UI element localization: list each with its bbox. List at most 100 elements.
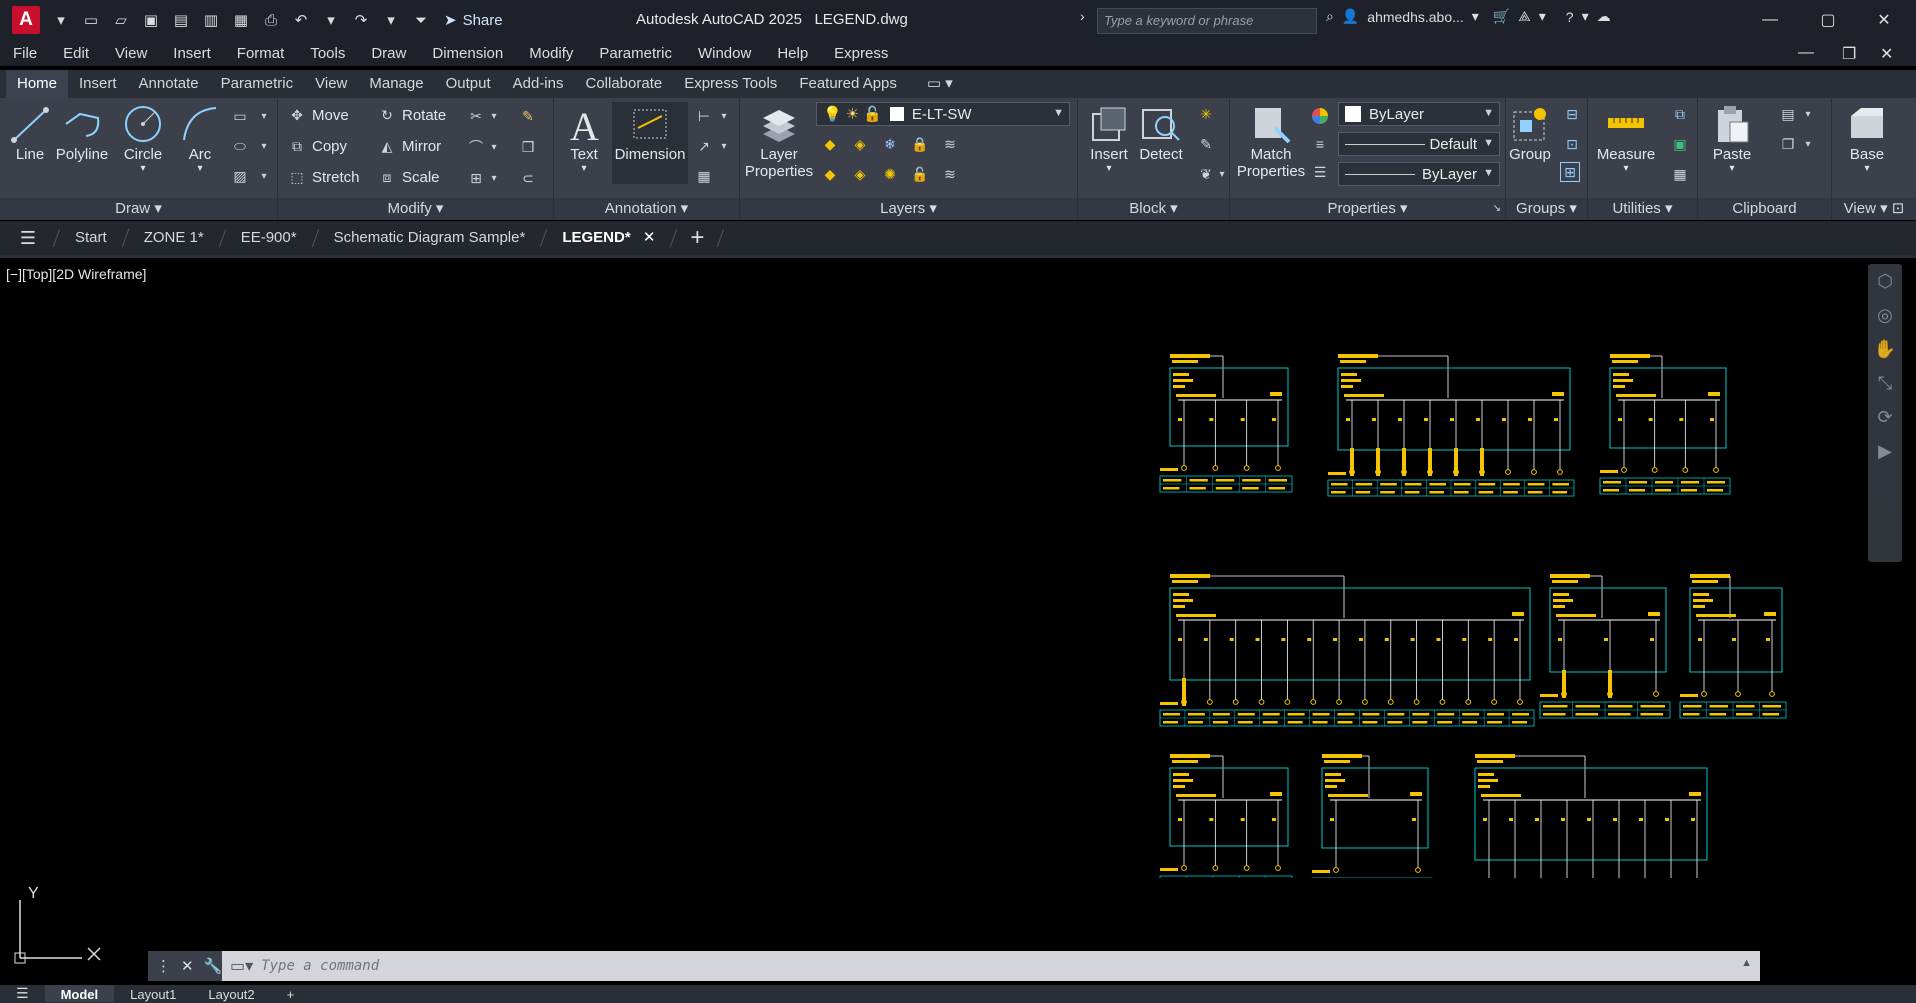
insert-block-button[interactable]: Insert ▾: [1084, 104, 1134, 174]
layer-lock-icon[interactable]: 🔒: [910, 134, 930, 154]
color-wheel-icon[interactable]: [1310, 106, 1330, 126]
group-edit-icon[interactable]: ⊡: [1562, 134, 1582, 154]
menu-parametric[interactable]: Parametric: [586, 45, 685, 62]
layer-unisolate-icon[interactable]: ◈: [850, 164, 870, 184]
chevron-down-icon[interactable]: ▾: [1798, 134, 1818, 154]
chevron-down-icon[interactable]: ▾: [714, 136, 734, 156]
move-button[interactable]: ✥ Move: [288, 106, 349, 124]
menu-insert[interactable]: Insert: [160, 45, 224, 62]
tab-output[interactable]: Output: [435, 70, 502, 98]
viewport-controls-label[interactable]: [−][Top][2D Wireframe]: [6, 266, 146, 282]
tab-parametric[interactable]: Parametric: [210, 70, 305, 98]
calculator-icon[interactable]: ▦: [1670, 164, 1690, 184]
block-panel-title[interactable]: Block ▾: [1078, 198, 1229, 220]
tab-collaborate[interactable]: Collaborate: [574, 70, 673, 98]
file-tab-start[interactable]: Start: [57, 221, 125, 255]
layers-panel-title[interactable]: Layers ▾: [740, 198, 1077, 220]
menu-window[interactable]: Window: [685, 45, 764, 62]
view-cube-icon[interactable]: ⬡: [1868, 264, 1902, 298]
tab-insert[interactable]: Insert: [68, 70, 128, 98]
line-button[interactable]: Line: [10, 104, 50, 163]
table-icon[interactable]: ▦: [694, 166, 714, 186]
erase-icon[interactable]: ✎: [518, 106, 538, 126]
search-icon[interactable]: ⌕: [1326, 8, 1334, 25]
tab-manage[interactable]: Manage: [358, 70, 434, 98]
view-panel-title[interactable]: View ▾ ⊡: [1832, 198, 1916, 220]
chevron-down-icon[interactable]: ▾: [1704, 163, 1760, 174]
layer-properties-button[interactable]: Layer Properties: [742, 104, 816, 180]
wrench-icon[interactable]: 🔧: [204, 957, 223, 975]
quick-select-icon[interactable]: ⧉: [1670, 104, 1690, 124]
leader-icon[interactable]: ↗: [694, 136, 714, 156]
groups-panel-title[interactable]: Groups ▾: [1506, 198, 1587, 220]
dimension-button[interactable]: Dimension: [612, 102, 688, 184]
minimize-window-button[interactable]: —: [1750, 6, 1790, 34]
doc-close-icon[interactable]: ✕: [1880, 44, 1893, 64]
tab-view[interactable]: View: [304, 70, 358, 98]
menu-view[interactable]: View: [102, 45, 160, 62]
doc-restore-icon[interactable]: ❐: [1842, 44, 1856, 64]
menu-express[interactable]: Express: [821, 45, 901, 62]
menu-draw[interactable]: Draw: [358, 45, 419, 62]
stretch-button[interactable]: ⬚ Stretch: [288, 168, 359, 186]
chevron-right-icon[interactable]: ›: [1080, 8, 1085, 24]
trim-icon[interactable]: ✂: [466, 106, 486, 126]
match-properties-button[interactable]: Match Properties: [1232, 104, 1310, 180]
layer-freeze-icon[interactable]: ❄: [880, 134, 900, 154]
undo-icon[interactable]: ↶: [288, 7, 314, 33]
tab-home[interactable]: Home: [6, 70, 69, 98]
menu-help[interactable]: Help: [764, 45, 821, 62]
chevron-down-icon[interactable]: ▾: [1590, 163, 1662, 174]
paste-button[interactable]: Paste ▾: [1704, 104, 1760, 174]
measure-button[interactable]: Measure ▾: [1590, 104, 1662, 174]
chevron-down-icon[interactable]: ▾: [1212, 164, 1232, 184]
lineweight-dropdown[interactable]: Default ▼: [1338, 132, 1500, 156]
rotate-button[interactable]: ↻ Rotate: [378, 106, 446, 124]
layer-unlock-icon[interactable]: 🔓: [910, 164, 930, 184]
clipboard-panel-title[interactable]: Clipboard: [1698, 198, 1831, 220]
make-current-icon[interactable]: ≋: [940, 134, 960, 154]
save-to-web-icon[interactable]: ▦: [228, 7, 254, 33]
chevron-down-icon[interactable]: ▾: [1842, 163, 1892, 174]
layout1-tab[interactable]: Layout1: [114, 985, 192, 1002]
group-selection-icon[interactable]: ⊞: [1560, 162, 1580, 182]
ungroup-icon[interactable]: ⊟: [1562, 104, 1582, 124]
menu-format[interactable]: Format: [224, 45, 298, 62]
draw-panel-title[interactable]: Draw ▾: [0, 198, 277, 220]
new-tab-plus-icon[interactable]: +: [674, 224, 720, 252]
chevron-down-icon[interactable]: ▾: [1084, 163, 1134, 174]
zoom-extents-icon[interactable]: ⤡: [1868, 366, 1902, 400]
file-tab-legend[interactable]: LEGEND* ✕: [544, 221, 673, 255]
chevron-down-icon[interactable]: ▾: [1539, 8, 1546, 25]
chevron-down-icon[interactable]: ▾: [180, 163, 220, 174]
chevron-down-icon[interactable]: ▾: [484, 168, 504, 188]
save-icon[interactable]: ▣: [138, 7, 164, 33]
add-layout-icon[interactable]: +: [271, 985, 311, 1002]
autodesk-app-icon[interactable]: ⟁: [1518, 8, 1531, 25]
close-icon[interactable]: ✕: [181, 957, 194, 975]
maximize-window-button[interactable]: ▢: [1808, 6, 1848, 34]
layout2-tab[interactable]: Layout2: [192, 985, 270, 1002]
menu-edit[interactable]: Edit: [50, 45, 102, 62]
color-dropdown[interactable]: ByLayer ▼: [1338, 102, 1500, 126]
utilities-panel-title[interactable]: Utilities ▾: [1588, 198, 1697, 220]
select-all-icon[interactable]: ▣: [1670, 134, 1690, 154]
file-tab-schematic-diagram-sample[interactable]: Schematic Diagram Sample*: [316, 221, 544, 255]
tab-featured-apps[interactable]: Featured Apps: [788, 70, 908, 98]
schematic-drawings[interactable]: [1120, 298, 1800, 878]
showmotion-icon[interactable]: ▶: [1868, 434, 1902, 468]
close-tab-icon[interactable]: ✕: [643, 229, 656, 246]
chevron-down-icon[interactable]: ▾: [1798, 104, 1818, 124]
chevron-up-icon[interactable]: ▲: [1741, 957, 1752, 969]
polyline-button[interactable]: Polyline: [54, 104, 110, 163]
drag-handle-icon[interactable]: ⋮: [156, 957, 171, 975]
text-button[interactable]: A Text ▾: [560, 104, 608, 174]
chevron-down-icon[interactable]: ▾: [484, 106, 504, 126]
tab-annotate[interactable]: Annotate: [128, 70, 210, 98]
chevron-down-icon[interactable]: ▾: [1472, 8, 1479, 25]
doc-minimize-icon[interactable]: —: [1798, 44, 1814, 62]
layer-isolate-icon[interactable]: ◈: [850, 134, 870, 154]
user-icon[interactable]: 👤: [1342, 8, 1359, 25]
scale-button[interactable]: ⧈ Scale: [378, 168, 440, 186]
open-from-web-icon[interactable]: ▥: [198, 7, 224, 33]
